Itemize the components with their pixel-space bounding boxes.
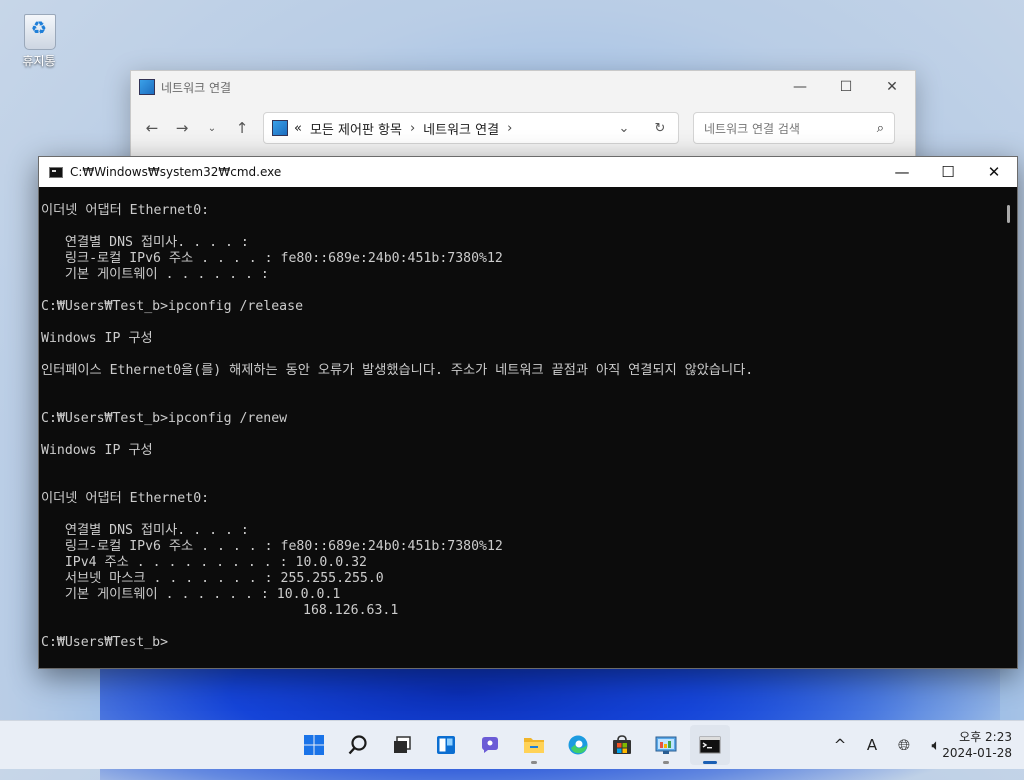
cmd-window: C:₩Windows₩system32₩cmd.exe — ☐ ✕ 이더넷 어댑…: [38, 156, 1018, 669]
cmd-titlebar[interactable]: C:₩Windows₩system32₩cmd.exe — ☐ ✕: [39, 157, 1017, 187]
control-panel-icon: [655, 736, 677, 754]
search-icon: [348, 735, 367, 755]
back-arrow-icon[interactable]: ←: [137, 119, 167, 137]
breadcrumb-chevron-icon[interactable]: ›: [507, 121, 512, 136]
widgets-button[interactable]: [426, 725, 466, 765]
search-icon[interactable]: ⌕: [877, 121, 884, 136]
minimize-button[interactable]: —: [879, 157, 925, 187]
ime-indicator[interactable]: A: [856, 736, 888, 754]
refresh-icon[interactable]: ↻: [642, 121, 678, 136]
console-line: C:₩Users₩Test_b>ipconfig /release: [41, 299, 304, 314]
terminal-icon: [699, 736, 721, 754]
console-line: 링크-로컬 IPv6 주소 . . . . : fe80::689e:24b0:…: [41, 251, 503, 266]
store-button[interactable]: [602, 725, 642, 765]
explorer-titlebar[interactable]: 네트워크 연결 — ☐ ✕: [131, 71, 915, 103]
console-line: Windows IP 구성: [41, 331, 153, 346]
task-view-icon: [394, 736, 411, 753]
explorer-title: 네트워크 연결: [161, 80, 232, 95]
clock[interactable]: 오후 2:23 2024-01-28: [938, 729, 1012, 761]
show-hidden-icons-chevron-up-icon[interactable]: ^: [824, 736, 856, 754]
active-indicator: [703, 761, 717, 764]
address-folder-icon: [272, 120, 288, 136]
close-button[interactable]: ✕: [971, 157, 1017, 187]
recycle-bin-shortcut[interactable]: ♻ 휴지통: [12, 10, 66, 69]
console-line: 링크-로컬 IPv6 주소 . . . . : fe80::689e:24b0:…: [41, 539, 503, 554]
widgets-icon: [437, 736, 455, 754]
console-line: Windows IP 구성: [41, 443, 153, 458]
edge-button[interactable]: [558, 725, 598, 765]
breadcrumb-overflow[interactable]: «: [294, 121, 302, 136]
console-scrollbar[interactable]: [1001, 187, 1017, 668]
network-globe-icon[interactable]: 🌐︎: [888, 736, 920, 754]
console-line: 기본 게이트웨이 . . . . . . :: [41, 267, 269, 282]
chat-icon: [482, 737, 498, 753]
console-line: IPv4 주소 . . . . . . . . . : 10.0.0.32: [41, 555, 367, 570]
task-view-button[interactable]: [382, 725, 422, 765]
running-indicator: [663, 761, 669, 764]
edge-icon: [568, 735, 588, 755]
console-output[interactable]: 이더넷 어댑터 Ethernet0: 연결별 DNS 접미사. . . . : …: [39, 187, 1001, 668]
chat-button[interactable]: [470, 725, 510, 765]
breadcrumb-network-connections[interactable]: 네트워크 연결: [423, 119, 499, 138]
console-line: C:₩Users₩Test_b>: [41, 635, 169, 650]
console-line: C:₩Users₩Test_b>ipconfig /renew: [41, 411, 288, 426]
explorer-navbar: ← → ⌄ ↑ « 모든 제어판 항목 › 네트워크 연결 › ⌄ ↻ 네트워크…: [131, 103, 915, 153]
console-line: 이더넷 어댑터 Ethernet0:: [41, 491, 210, 506]
address-bar[interactable]: « 모든 제어판 항목 › 네트워크 연결 › ⌄ ↻: [263, 112, 679, 144]
network-connections-icon: [139, 79, 155, 95]
start-icon: [304, 735, 324, 755]
forward-arrow-icon[interactable]: →: [167, 119, 197, 137]
search-placeholder: 네트워크 연결 검색: [704, 121, 800, 136]
maximize-button[interactable]: ☐: [925, 157, 971, 187]
maximize-button[interactable]: ☐: [823, 71, 869, 103]
system-tray: ^ A 🌐︎ 🔈︎: [824, 721, 952, 769]
console-line: 기본 게이트웨이 . . . . . . : 10.0.0.1: [41, 587, 341, 602]
console-line: 연결별 DNS 접미사. . . . :: [41, 235, 249, 250]
cmd-icon: [49, 166, 63, 178]
running-indicator: [531, 761, 537, 764]
recycle-bin-icon: ♻: [22, 10, 56, 50]
console-line: 연결별 DNS 접미사. . . . :: [41, 523, 249, 538]
console-line: 서브넷 마스크 . . . . . . . : 255.255.255.0: [41, 571, 384, 586]
address-dropdown-icon[interactable]: ⌄: [606, 121, 642, 136]
console-line: 이더넷 어댑터 Ethernet0:: [41, 203, 210, 218]
scrollbar-thumb[interactable]: [1007, 205, 1010, 223]
close-button[interactable]: ✕: [869, 71, 915, 103]
start-button[interactable]: [294, 725, 334, 765]
console-line: 인터페이스 Ethernet0을(를) 해제하는 동안 오류가 발생했습니다. …: [41, 363, 754, 378]
breadcrumb-control-panel[interactable]: 모든 제어판 항목: [310, 119, 402, 138]
cmd-taskbar-button[interactable]: [690, 725, 730, 765]
control-panel-button[interactable]: [646, 725, 686, 765]
store-icon: [613, 735, 631, 754]
breadcrumb-chevron-icon[interactable]: ›: [410, 121, 415, 136]
search-button[interactable]: [338, 725, 378, 765]
recent-chevron-down-icon[interactable]: ⌄: [197, 123, 227, 134]
search-input[interactable]: 네트워크 연결 검색 ⌕: [693, 112, 895, 144]
minimize-button[interactable]: —: [777, 71, 823, 103]
recycle-bin-label: 휴지통: [22, 54, 56, 68]
taskbar: ^ A 🌐︎ 🔈︎ 오후 2:23 2024-01-28: [0, 720, 1024, 769]
up-arrow-icon[interactable]: ↑: [227, 119, 257, 137]
file-explorer-icon: [524, 738, 544, 753]
clock-date: 2024-01-28: [942, 746, 1012, 760]
cmd-title: C:₩Windows₩system32₩cmd.exe: [70, 165, 282, 179]
clock-time: 오후 2:23: [959, 730, 1012, 744]
console-line: 168.126.63.1: [41, 603, 399, 618]
file-explorer-button[interactable]: [514, 725, 554, 765]
